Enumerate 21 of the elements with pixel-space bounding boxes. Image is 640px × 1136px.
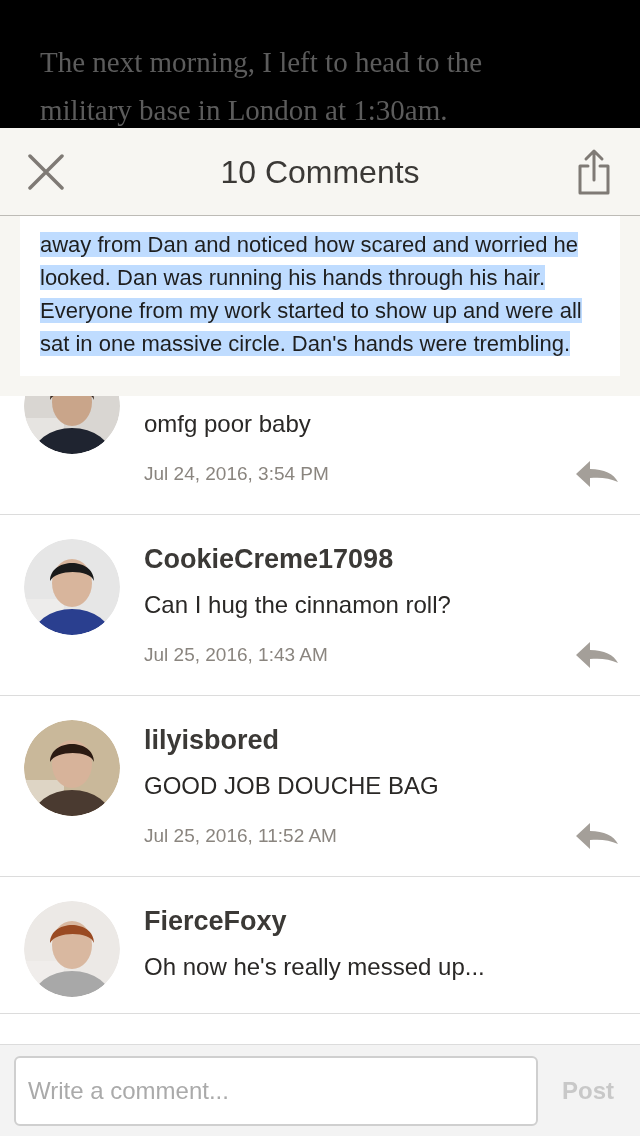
comment-text: Can I hug the cinnamon roll? (144, 590, 452, 620)
reply-icon[interactable] (576, 641, 618, 669)
story-text: The next morning, I left to head to the (40, 45, 484, 80)
username[interactable]: CookieCreme17098 (144, 538, 394, 580)
comment-date: Jul 25, 2016, 11:52 AM (144, 823, 337, 848)
share-icon (577, 147, 611, 196)
reply-icon[interactable] (576, 460, 618, 488)
close-button[interactable] (26, 151, 66, 192)
story-text: military base in London at 1:30am. (40, 93, 449, 128)
comment-date: Jul 24, 2016, 3:54 PM (144, 461, 329, 486)
header-title: 10 Comments (220, 152, 420, 192)
username[interactable]: lilyisbored (144, 719, 280, 761)
comment-date: Jul 25, 2016, 1:43 AM (144, 642, 328, 667)
comment-text: GOOD JOB DOUCHE BAG (144, 771, 440, 801)
comment-text: Oh now he's really messed up... (144, 952, 486, 982)
comment-text: omfg poor baby (144, 409, 312, 439)
comment-input[interactable]: Write a comment... (14, 1055, 538, 1126)
close-icon (28, 153, 64, 190)
username[interactable]: FierceFoxy (144, 900, 287, 942)
reply-icon[interactable] (576, 822, 618, 850)
quote-text: away from Dan and noticed how scared and worried he looked. Dan was running his hands through his hair. Everyone from my work started to show up and were all sat in one massive circle. Dan's hands were trembling. (40, 231, 583, 358)
